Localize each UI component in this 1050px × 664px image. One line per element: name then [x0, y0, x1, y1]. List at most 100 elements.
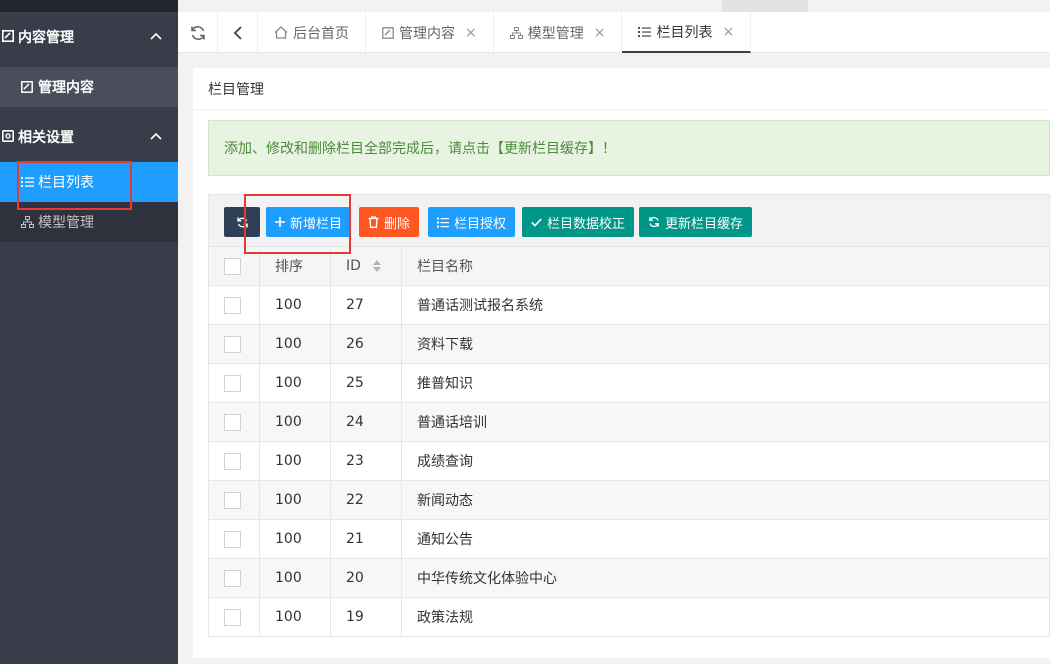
row-checkbox[interactable]	[224, 374, 241, 392]
tab-bar: 后台首页 管理内容 × 模型管理 × 栏目列表 ×	[178, 12, 1050, 53]
cell-sort[interactable]: 100	[259, 558, 331, 598]
select-all-checkbox[interactable]	[224, 257, 241, 275]
delete-button[interactable]: 删除	[359, 207, 420, 237]
edit-icon	[382, 26, 394, 39]
panel-title: 栏目管理	[193, 68, 1050, 110]
sitemap-icon	[509, 26, 523, 39]
sidebar-group-label: 相关设置	[18, 130, 74, 146]
button-label: 栏目授权	[454, 216, 507, 232]
cell-name: 新闻动态	[401, 480, 1050, 520]
cell-name: 资料下载	[401, 324, 1050, 364]
column-table: 排序 ID 栏目名称 100 27 普通话测试报名系统 100 26 资料下载 …	[208, 246, 1050, 637]
chevron-up-icon	[150, 32, 162, 40]
sidebar-item-label: 模型管理	[38, 215, 94, 231]
tab-label: 栏目列表	[656, 24, 713, 41]
settings-icon	[0, 129, 16, 145]
checkbox-cell	[208, 558, 260, 598]
row-checkbox[interactable]	[224, 491, 241, 509]
verify-data-button[interactable]: 栏目数据校正	[522, 207, 635, 237]
update-cache-button[interactable]: 更新栏目缓存	[639, 207, 753, 237]
authorize-button[interactable]: 栏目授权	[428, 207, 516, 237]
cell-id: 19	[330, 597, 402, 637]
button-label: 更新栏目缓存	[665, 216, 744, 232]
list-icon	[437, 217, 449, 228]
cell-name: 普通话测试报名系统	[401, 285, 1050, 325]
refresh-icon	[190, 25, 205, 40]
row-checkbox[interactable]	[224, 413, 241, 431]
button-label: 删除	[384, 216, 411, 232]
cell-id: 26	[330, 324, 402, 364]
main-panel: 栏目管理 添加、修改和删除栏目全部完成后，请点击【更新栏目缓存】！ 新增栏目 删…	[193, 68, 1050, 658]
tab-column-list[interactable]: 栏目列表 ×	[622, 12, 752, 53]
cell-id: 24	[330, 402, 402, 442]
sort-arrows-icon[interactable]	[373, 260, 382, 272]
tab-manage-content[interactable]: 管理内容 ×	[366, 12, 494, 53]
cell-sort[interactable]: 100	[259, 519, 331, 559]
sidebar-group-settings[interactable]: 相关设置	[0, 112, 178, 162]
cell-id: 23	[330, 441, 402, 481]
tab-model-manage[interactable]: 模型管理 ×	[494, 12, 623, 53]
cell-sort[interactable]: 100	[259, 363, 331, 403]
checkbox-cell	[208, 480, 260, 520]
checkbox-cell	[208, 519, 260, 559]
table-row: 100 21 通知公告	[208, 519, 1050, 559]
back-button[interactable]	[218, 12, 258, 53]
row-checkbox[interactable]	[224, 608, 241, 626]
checkbox-cell	[208, 597, 260, 637]
cell-name: 普通话培训	[401, 402, 1050, 442]
top-gray-strip	[722, 0, 808, 12]
checkbox-cell	[208, 363, 260, 403]
close-icon[interactable]: ×	[465, 25, 477, 41]
tab-label: 管理内容	[399, 25, 455, 42]
home-icon	[274, 26, 288, 39]
cell-id: 25	[330, 363, 402, 403]
row-checkbox[interactable]	[224, 530, 241, 548]
check-icon	[531, 217, 542, 227]
row-checkbox[interactable]	[224, 452, 241, 470]
checkbox-cell	[208, 285, 260, 325]
cell-id: 27	[330, 285, 402, 325]
table-row: 100 25 推普知识	[208, 363, 1050, 403]
sidebar: 内容管理 管理内容 相关设置 栏目列表 模型管理	[0, 0, 178, 664]
refresh-icon	[648, 216, 660, 228]
sidebar-item-manage-content[interactable]: 管理内容	[0, 67, 178, 107]
close-icon[interactable]: ×	[722, 24, 734, 40]
cell-name: 推普知识	[401, 363, 1050, 403]
close-icon[interactable]: ×	[594, 25, 606, 41]
sidebar-group-content[interactable]: 内容管理	[0, 12, 178, 62]
row-checkbox[interactable]	[224, 569, 241, 587]
table-row: 100 19 政策法规	[208, 597, 1050, 637]
table-row: 100 23 成绩查询	[208, 441, 1050, 481]
notice-banner: 添加、修改和删除栏目全部完成后，请点击【更新栏目缓存】！	[208, 120, 1050, 176]
cell-id: 21	[330, 519, 402, 559]
table-row: 100 27 普通话测试报名系统	[208, 285, 1050, 325]
cell-sort[interactable]: 100	[259, 441, 331, 481]
cell-sort[interactable]: 100	[259, 285, 331, 325]
cell-sort[interactable]: 100	[259, 402, 331, 442]
tab-home[interactable]: 后台首页	[258, 12, 366, 53]
list-icon	[638, 26, 652, 38]
cell-name: 通知公告	[401, 519, 1050, 559]
cell-sort[interactable]: 100	[259, 324, 331, 364]
row-checkbox[interactable]	[224, 296, 241, 314]
annotation-box-add-button	[244, 194, 351, 254]
chevron-left-icon	[233, 25, 242, 40]
cell-name: 中华传统文化体验中心	[401, 558, 1050, 598]
sidebar-top-bar	[0, 0, 178, 12]
sidebar-item-label: 管理内容	[38, 80, 94, 96]
cell-sort[interactable]: 100	[259, 480, 331, 520]
trash-icon	[368, 216, 379, 228]
cell-sort[interactable]: 100	[259, 597, 331, 637]
checkbox-cell	[208, 324, 260, 364]
header-id-label: ID	[346, 258, 361, 274]
cell-name: 成绩查询	[401, 441, 1050, 481]
tab-label: 后台首页	[293, 25, 349, 42]
chevron-up-icon	[150, 132, 162, 140]
sidebar-group-label: 内容管理	[18, 30, 74, 46]
checkbox-cell	[208, 402, 260, 442]
tab-label: 模型管理	[527, 25, 584, 42]
annotation-box-sidebar	[17, 161, 132, 210]
refresh-button[interactable]	[178, 12, 218, 53]
checkbox-cell	[208, 441, 260, 481]
row-checkbox[interactable]	[224, 335, 241, 353]
